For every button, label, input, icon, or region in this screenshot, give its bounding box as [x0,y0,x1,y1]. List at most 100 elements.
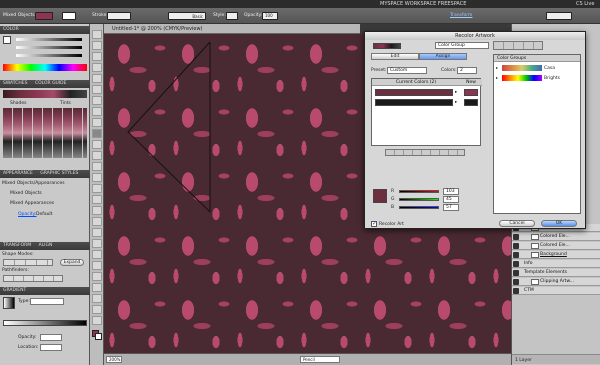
slice-tool-icon[interactable] [92,294,102,303]
direct-selection-tool-icon[interactable] [92,41,102,50]
layer-row[interactable]: Clipping Artw... [512,278,600,286]
gradient-tool-icon[interactable] [92,239,102,248]
color-spectrum[interactable] [3,64,87,71]
fill-swatch[interactable] [35,12,53,20]
color-guide-grid[interactable] [3,108,87,158]
appearance-row-2[interactable]: Mixed Objects [10,190,42,197]
transform-tab[interactable]: TRANSFORM [3,243,31,248]
cancel-button[interactable]: Cancel [499,220,535,227]
opacity-link[interactable]: Opacity: [18,211,37,218]
eye-icon[interactable] [513,243,519,249]
rotate-tool-icon[interactable] [92,162,102,171]
table-tool-buttons[interactable] [385,149,465,156]
blend-tool-icon[interactable] [92,261,102,270]
pen-tool-icon[interactable] [92,74,102,83]
stroke-swatch[interactable] [62,12,76,20]
selection-tool-icon[interactable] [92,30,102,39]
search-input[interactable] [546,12,572,20]
gradient-tab[interactable]: GRADIENT [0,287,90,295]
expand-button[interactable]: Expand [60,259,84,266]
paintbrush-tool-icon[interactable] [92,118,102,127]
status-dropdown[interactable]: Pencil [300,356,340,363]
gradient-slider[interactable] [3,320,87,326]
fill-color-box[interactable] [3,36,11,44]
swatches-tab[interactable]: SWATCHES [3,81,28,86]
channel-3-field[interactable]: 57 [443,204,459,211]
channel-2-field[interactable]: 45 [443,196,459,203]
arrow-icon[interactable]: ▸ [455,90,457,95]
symbol-sprayer-tool-icon[interactable] [92,206,102,215]
channel-3-slider[interactable] [399,206,439,209]
recolor-art-checkbox[interactable]: ✓ [371,220,377,227]
eye-icon[interactable] [513,261,519,267]
pencil-tool-icon[interactable] [92,129,102,138]
style-swatch[interactable] [226,12,238,20]
eye-icon[interactable] [513,252,519,258]
line-tool-icon[interactable] [92,96,102,105]
channel-1-slider[interactable] [399,190,439,193]
layer-row[interactable]: CTM [512,287,600,295]
workspace-switcher[interactable]: MYSPACE WORKSPACE FREESPACE [380,1,466,7]
free-transform-tool-icon[interactable] [92,195,102,204]
artboard-tool-icon[interactable] [92,283,102,292]
live-paint-tool-icon[interactable] [92,272,102,281]
shape-mode-buttons[interactable] [3,259,53,266]
appearance-tab[interactable]: APPEARANCE [3,171,33,176]
zoom-tool-icon[interactable] [92,316,102,325]
align-tab[interactable]: ALIGN [39,243,53,248]
assign-tab[interactable]: Assign [419,53,467,60]
stroke-weight-field[interactable] [107,12,131,20]
document-tab[interactable]: Untitled-1* @ 200% (CMYK/Preview) [104,24,360,34]
eye-icon[interactable] [513,288,519,294]
color-group-item-1[interactable]: ▸ Casa [496,64,580,73]
appearance-row-1[interactable]: Mixed Objects/Appearances [2,180,65,187]
warp-tool-icon[interactable] [92,184,102,193]
channel-1-field[interactable]: 103 [443,188,459,195]
graph-tool-icon[interactable] [92,217,102,226]
opacity-field[interactable]: 100 [262,12,278,20]
colors-count-dropdown[interactable]: 2 [457,67,477,74]
zoom-field[interactable]: 200% [106,356,122,363]
pathfinder-buttons[interactable] [3,275,63,282]
cs-live-button[interactable]: CS Live [576,1,594,7]
color-guide-strip[interactable] [3,90,87,98]
type-tool-icon[interactable] [92,85,102,94]
layer-row[interactable]: Colored Ele... [512,233,600,241]
graphic-styles-tab[interactable]: GRAPHIC STYLES [40,171,78,176]
color-panel-tab[interactable]: COLOR [0,26,90,34]
layer-row[interactable]: Info [512,260,600,268]
layer-row[interactable]: Template Elements [512,269,600,277]
stroke-color-icon[interactable] [95,333,102,340]
hand-tool-icon[interactable] [92,305,102,314]
channel-2-slider[interactable] [399,198,439,201]
gradient-type-dropdown[interactable] [30,298,64,305]
disclosure-icon[interactable]: ▸ [496,75,498,80]
preset-dropdown[interactable]: Custom [387,67,427,74]
color-group-name-field[interactable]: Color Group [435,42,489,49]
selected-color-preview[interactable] [373,189,387,203]
layer-row[interactable]: Background [512,251,600,259]
color-slider-2[interactable] [16,46,82,49]
gradient-location-field[interactable] [40,344,62,351]
lasso-tool-icon[interactable] [92,63,102,72]
color-slider-3[interactable] [16,54,82,57]
blob-brush-tool-icon[interactable] [92,140,102,149]
eyedropper-tool-icon[interactable] [92,250,102,259]
rectangle-tool-icon[interactable] [92,107,102,116]
group-tool-buttons[interactable] [493,41,543,50]
current-color-row-1[interactable] [375,89,453,96]
disclosure-icon[interactable]: ▸ [496,65,498,70]
eye-icon[interactable] [513,234,519,240]
magic-wand-tool-icon[interactable] [92,52,102,61]
current-color-row-2[interactable] [375,99,453,106]
eye-icon[interactable] [513,270,519,276]
gradient-preview[interactable] [3,297,15,309]
scale-tool-icon[interactable] [92,173,102,182]
layer-row[interactable]: Colored Ele... [512,242,600,250]
gradient-opacity-field[interactable] [40,334,62,341]
new-color-swatch-1[interactable] [464,89,478,96]
color-slider-1[interactable] [16,38,82,41]
ok-button[interactable]: OK [541,220,577,227]
arrow-icon[interactable]: ▸ [455,100,457,105]
active-colors-strip[interactable] [373,43,401,49]
